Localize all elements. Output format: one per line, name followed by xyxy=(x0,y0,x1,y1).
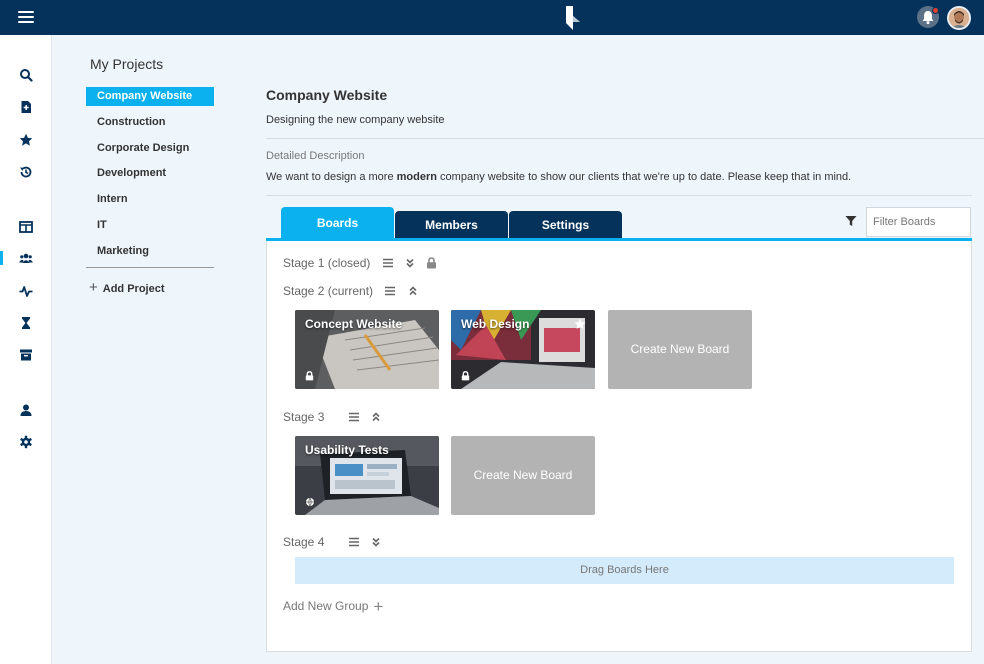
search-icon[interactable] xyxy=(19,68,33,82)
project-item-construction[interactable]: Construction xyxy=(86,113,214,139)
add-project-button[interactable]: + Add Project xyxy=(89,279,165,296)
stage-label: Stage 2 (current) xyxy=(283,283,374,298)
menu-lines-icon[interactable] xyxy=(384,286,396,296)
lock-icon xyxy=(427,257,437,269)
globe-icon xyxy=(306,497,314,507)
stage-label: Stage 3 xyxy=(283,409,325,424)
new-document-icon[interactable] xyxy=(19,100,33,114)
divider xyxy=(266,138,984,139)
description-text: We want to design a more modern company … xyxy=(266,171,852,183)
board-card-web-design[interactable]: Web Design xyxy=(451,310,595,389)
boards-icon[interactable] xyxy=(19,220,33,234)
divider xyxy=(266,195,972,196)
add-new-group-button[interactable]: Add New Group + xyxy=(283,597,383,617)
project-item-company-website[interactable]: Company Website xyxy=(86,87,214,106)
stage-3-header: Stage 3 xyxy=(283,409,381,425)
menu-lines-icon[interactable] xyxy=(348,537,360,547)
project-list: Company Website Construction Corporate D… xyxy=(86,87,214,268)
project-item-intern[interactable]: Intern xyxy=(86,190,214,216)
tab-settings[interactable]: Settings xyxy=(509,211,622,239)
collapse-icon[interactable] xyxy=(408,286,418,296)
board-title: Web Design xyxy=(461,317,530,331)
project-item-corporate-design[interactable]: Corporate Design xyxy=(86,139,214,165)
project-list-divider xyxy=(86,267,214,268)
history-icon[interactable] xyxy=(19,165,33,179)
stage-label: Stage 4 xyxy=(283,534,325,549)
hamburger-icon[interactable] xyxy=(18,11,34,24)
stage-4-header: Stage 4 xyxy=(283,534,381,550)
lock-icon xyxy=(461,371,470,381)
description-label: Detailed Description xyxy=(266,150,365,162)
project-item-it[interactable]: IT xyxy=(86,216,214,242)
tab-members[interactable]: Members xyxy=(395,211,508,239)
hourglass-icon[interactable] xyxy=(19,316,33,330)
stage-2-header: Stage 2 (current) xyxy=(283,283,418,299)
tab-boards[interactable]: Boards xyxy=(281,207,394,240)
add-group-label: Add New Group xyxy=(283,599,369,613)
bell-icon[interactable] xyxy=(917,6,939,28)
lock-icon xyxy=(305,371,314,381)
plus-icon: + xyxy=(89,279,98,296)
expand-icon[interactable] xyxy=(405,258,415,268)
team-icon[interactable] xyxy=(19,251,33,265)
create-new-board-button[interactable]: Create New Board xyxy=(608,310,752,389)
rail-active-indicator xyxy=(0,251,3,265)
plus-icon: + xyxy=(373,597,384,616)
projects-heading: My Projects xyxy=(90,56,164,72)
stage-1-header: Stage 1 (closed) xyxy=(283,255,437,271)
project-item-marketing[interactable]: Marketing xyxy=(86,242,214,268)
app-logo[interactable] xyxy=(561,5,581,31)
stage-label: Stage 1 (closed) xyxy=(283,255,371,270)
project-item-development[interactable]: Development xyxy=(86,164,214,190)
archive-icon[interactable] xyxy=(19,348,33,362)
user-icon[interactable] xyxy=(19,403,33,417)
page-subtitle: Designing the new company website xyxy=(266,114,445,126)
board-card-concept-website[interactable]: Concept Website xyxy=(295,310,439,389)
menu-lines-icon[interactable] xyxy=(382,258,394,268)
star-icon[interactable] xyxy=(574,318,586,330)
menu-lines-icon[interactable] xyxy=(348,412,360,422)
expand-icon[interactable] xyxy=(371,537,381,547)
drag-boards-drop-zone[interactable]: Drag Boards Here xyxy=(295,557,954,584)
notification-dot xyxy=(932,7,939,14)
collapse-icon[interactable] xyxy=(371,412,381,422)
activity-icon[interactable] xyxy=(19,284,33,298)
add-project-label: Add Project xyxy=(102,283,165,295)
page-title: Company Website xyxy=(266,87,388,103)
filter-boards-input[interactable] xyxy=(866,207,971,237)
user-avatar[interactable] xyxy=(947,6,971,30)
create-new-board-button[interactable]: Create New Board xyxy=(451,436,595,515)
filter-icon[interactable] xyxy=(845,215,857,227)
icon-rail xyxy=(0,35,52,664)
board-title: Concept Website xyxy=(305,317,403,331)
top-bar xyxy=(0,0,984,35)
gear-icon[interactable] xyxy=(19,435,33,449)
star-icon[interactable] xyxy=(19,133,33,147)
board-title: Usability Tests xyxy=(305,443,389,457)
board-card-usability-tests[interactable]: Usability Tests xyxy=(295,436,439,515)
